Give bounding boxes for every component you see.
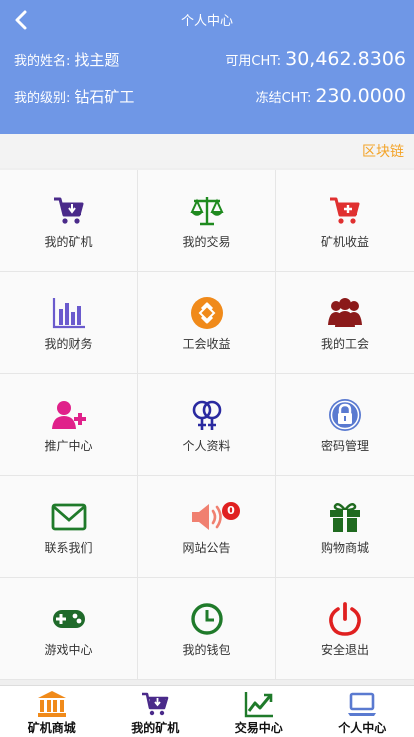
name-value: 找主题 [74, 50, 120, 69]
menu-item-my-guild[interactable]: 我的工会 [276, 272, 414, 374]
menu-item-label: 我的财务 [44, 337, 93, 351]
speaker-icon [187, 497, 227, 537]
trend-chart-icon [244, 690, 274, 718]
menu-item-my-finance[interactable]: 我的财务 [0, 272, 138, 374]
level-label: 我的级别: [14, 90, 71, 106]
envelope-icon [49, 497, 89, 537]
menu-item-promotion[interactable]: 推广中心 [0, 374, 138, 476]
tab-label: 我的矿机 [131, 721, 180, 735]
cart-plus-icon [325, 191, 365, 231]
menu-item-label: 工会收益 [182, 337, 231, 351]
menu-item-label: 我的钱包 [182, 643, 231, 657]
tab-label: 交易中心 [234, 721, 283, 735]
menu-item-label: 我的矿机 [44, 235, 93, 249]
power-icon [325, 599, 365, 639]
cart-icon [49, 191, 89, 231]
menu-item-label: 我的交易 [182, 235, 231, 249]
cart-icon [140, 690, 170, 718]
tab-my-miners[interactable]: 我的矿机 [104, 686, 208, 737]
menu-item-games[interactable]: 游戏中心 [0, 578, 138, 680]
gift-icon [325, 497, 365, 537]
menu-grid: 我的矿机 我的交易 矿机收益 我的财务 工会收益 我的工会 推广中心 个人资料 … [0, 170, 414, 680]
level-value: 钻石矿工 [74, 87, 135, 106]
gamepad-icon [49, 599, 89, 639]
menu-item-my-wallet[interactable]: 我的钱包 [138, 578, 276, 680]
bar-chart-icon [49, 293, 89, 333]
name-field: 我的姓名: 找主题 [14, 49, 119, 70]
menu-item-label: 推广中心 [44, 439, 93, 453]
menu-item-my-miners[interactable]: 我的矿机 [0, 170, 138, 272]
frozen-value: 230.0000 [315, 85, 406, 107]
menu-item-miner-earnings[interactable]: 矿机收益 [276, 170, 414, 272]
level-field: 我的级别: 钻石矿工 [14, 86, 134, 107]
menu-item-my-trades[interactable]: 我的交易 [138, 170, 276, 272]
gender-icon [187, 395, 227, 435]
name-label: 我的姓名: [14, 53, 71, 69]
available-value: 30,462.8306 [285, 48, 406, 70]
bank-icon [37, 690, 67, 718]
tab-trading-center[interactable]: 交易中心 [207, 686, 311, 737]
blockchain-link[interactable]: 区块链 [362, 141, 404, 161]
name-row: 我的姓名: 找主题 可用CHT: 30,462.8306 [14, 44, 406, 74]
menu-item-label: 购物商城 [320, 541, 369, 555]
menu-item-label: 安全退出 [320, 643, 369, 657]
menu-item-label: 游戏中心 [44, 643, 93, 657]
menu-item-label: 网站公告 [182, 541, 231, 555]
available-label: 可用CHT: [225, 54, 282, 69]
menu-item-shop[interactable]: 购物商城 [276, 476, 414, 578]
header: 个人中心 我的姓名: 找主题 可用CHT: 30,462.8306 我的级别: 钻石矿… [0, 0, 414, 134]
laptop-icon [347, 690, 377, 718]
chain-bar: 区块链 [0, 134, 414, 168]
tab-label: 矿机商城 [27, 721, 76, 735]
menu-item-announcements[interactable]: 0 网站公告 [138, 476, 276, 578]
page-title: 个人中心 [180, 14, 233, 29]
menu-item-contact[interactable]: 联系我们 [0, 476, 138, 578]
frozen-label: 冻结CHT: [255, 91, 312, 106]
menu-item-label: 我的工会 [320, 337, 369, 351]
menu-item-label: 密码管理 [320, 439, 369, 453]
menu-item-password[interactable]: 密码管理 [276, 374, 414, 476]
bottom-tab-bar: 矿机商城 我的矿机 交易中心 个人中心 [0, 685, 414, 737]
menu-item-profile[interactable]: 个人资料 [138, 374, 276, 476]
level-row: 我的级别: 钻石矿工 冻结CHT: 230.0000 [14, 81, 406, 111]
tab-label: 个人中心 [338, 721, 387, 735]
menu-item-logout[interactable]: 安全退出 [276, 578, 414, 680]
users-icon [325, 293, 365, 333]
menu-item-label: 联系我们 [44, 541, 93, 555]
scale-icon [187, 191, 227, 231]
tab-personal-center[interactable]: 个人中心 [311, 686, 414, 737]
menu-item-label: 矿机收益 [320, 235, 369, 249]
frozen-cht: 冻结CHT: 230.0000 [256, 85, 406, 107]
menu-item-label: 个人资料 [182, 439, 231, 453]
user-plus-icon [49, 395, 89, 435]
tab-miner-mall[interactable]: 矿机商城 [0, 686, 104, 737]
lock-icon [325, 395, 365, 435]
unread-badge: 0 [222, 502, 240, 520]
coin-icon [187, 293, 227, 333]
clock-icon [187, 599, 227, 639]
menu-item-guild-earnings[interactable]: 工会收益 [138, 272, 276, 374]
available-cht: 可用CHT: 30,462.8306 [225, 48, 406, 70]
